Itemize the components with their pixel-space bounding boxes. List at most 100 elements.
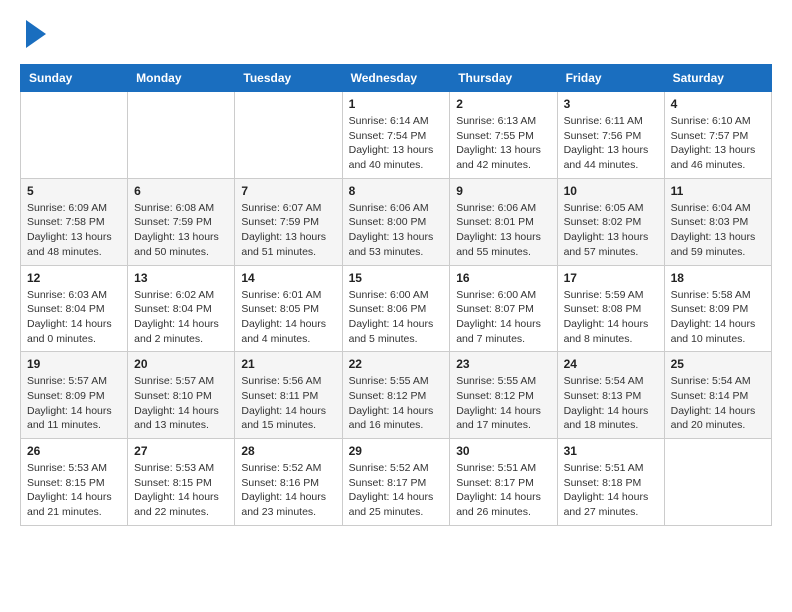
calendar-cell: 28 Sunrise: 5:52 AMSunset: 8:16 PMDayligh… — [235, 439, 342, 526]
calendar-cell: 18Sunrise: 5:58 AMSunset: 8:09 PMDayligh… — [664, 265, 771, 352]
day-info: Sunrise: 6:08 AMSunset: 7:59 PMDaylight:… — [134, 201, 228, 260]
day-info: Sunrise: 5:57 AMSunset: 8:09 PMDaylight:… — [27, 374, 121, 433]
day-info: Sunrise: 5:52 AMSunset: 8:17 PMDaylight:… — [349, 461, 444, 520]
calendar-week-row: 19 Sunrise: 5:57 AMSunset: 8:09 PMDayligh… — [21, 352, 772, 439]
day-info: Sunrise: 6:13 AMSunset: 7:55 PMDaylight:… — [456, 114, 550, 173]
day-info: Sunrise: 6:00 AMSunset: 8:07 PMDaylight:… — [456, 288, 550, 347]
calendar-cell: 9 Sunrise: 6:06 AMSunset: 8:01 PMDaylight… — [450, 178, 557, 265]
day-number: 15 — [349, 271, 444, 285]
calendar-cell: 25 Sunrise: 5:54 AMSunset: 8:14 PMDayligh… — [664, 352, 771, 439]
day-info: Sunrise: 6:03 AMSunset: 8:04 PMDaylight:… — [27, 288, 121, 347]
calendar-day-header: Thursday — [450, 65, 557, 92]
calendar-cell: 23 Sunrise: 5:55 AMSunset: 8:12 PMDayligh… — [450, 352, 557, 439]
day-number: 16 — [456, 271, 550, 285]
day-number: 30 — [456, 444, 550, 458]
day-info: Sunrise: 5:57 AMSunset: 8:10 PMDaylight:… — [134, 374, 228, 433]
calendar-week-row: 5 Sunrise: 6:09 AMSunset: 7:58 PMDaylight… — [21, 178, 772, 265]
day-number: 5 — [27, 184, 121, 198]
calendar-cell: 3Sunrise: 6:11 AMSunset: 7:56 PMDaylight… — [557, 92, 664, 179]
day-number: 4 — [671, 97, 765, 111]
page-header — [20, 20, 772, 48]
day-number: 12 — [27, 271, 121, 285]
day-number: 20 — [134, 357, 228, 371]
calendar-day-header: Tuesday — [235, 65, 342, 92]
calendar-cell: 30 Sunrise: 5:51 AMSunset: 8:17 PMDayligh… — [450, 439, 557, 526]
logo — [20, 20, 46, 48]
day-number: 26 — [27, 444, 121, 458]
day-number: 8 — [349, 184, 444, 198]
day-number: 11 — [671, 184, 765, 198]
day-info: Sunrise: 6:14 AMSunset: 7:54 PMDaylight:… — [349, 114, 444, 173]
calendar-cell: 5 Sunrise: 6:09 AMSunset: 7:58 PMDaylight… — [21, 178, 128, 265]
day-number: 9 — [456, 184, 550, 198]
calendar-cell: 7Sunrise: 6:07 AMSunset: 7:59 PMDaylight… — [235, 178, 342, 265]
day-number: 13 — [134, 271, 228, 285]
calendar-cell: 6 Sunrise: 6:08 AMSunset: 7:59 PMDaylight… — [128, 178, 235, 265]
day-info: Sunrise: 5:52 AMSunset: 8:16 PMDaylight:… — [241, 461, 335, 520]
day-info: Sunrise: 5:56 AMSunset: 8:11 PMDaylight:… — [241, 374, 335, 433]
calendar-cell — [235, 92, 342, 179]
calendar-cell: 22 Sunrise: 5:55 AMSunset: 8:12 PMDayligh… — [342, 352, 450, 439]
calendar-cell: 4Sunrise: 6:10 AMSunset: 7:57 PMDaylight… — [664, 92, 771, 179]
day-number: 14 — [241, 271, 335, 285]
calendar-cell: 15 Sunrise: 6:00 AMSunset: 8:06 PMDayligh… — [342, 265, 450, 352]
day-info: Sunrise: 5:53 AMSunset: 8:15 PMDaylight:… — [134, 461, 228, 520]
day-number: 25 — [671, 357, 765, 371]
day-number: 10 — [564, 184, 658, 198]
day-number: 1 — [349, 97, 444, 111]
calendar-cell: 29 Sunrise: 5:52 AMSunset: 8:17 PMDayligh… — [342, 439, 450, 526]
day-info: Sunrise: 5:53 AMSunset: 8:15 PMDaylight:… — [27, 461, 121, 520]
calendar-cell — [128, 92, 235, 179]
day-info: Sunrise: 6:11 AMSunset: 7:56 PMDaylight:… — [564, 114, 658, 173]
day-info: Sunrise: 5:55 AMSunset: 8:12 PMDaylight:… — [456, 374, 550, 433]
calendar-cell: 10 Sunrise: 6:05 AMSunset: 8:02 PMDayligh… — [557, 178, 664, 265]
day-number: 21 — [241, 357, 335, 371]
calendar-cell: 31Sunrise: 5:51 AMSunset: 8:18 PMDayligh… — [557, 439, 664, 526]
calendar-week-row: 26 Sunrise: 5:53 AMSunset: 8:15 PMDayligh… — [21, 439, 772, 526]
day-info: Sunrise: 6:06 AMSunset: 8:00 PMDaylight:… — [349, 201, 444, 260]
day-info: Sunrise: 6:02 AMSunset: 8:04 PMDaylight:… — [134, 288, 228, 347]
day-info: Sunrise: 5:55 AMSunset: 8:12 PMDaylight:… — [349, 374, 444, 433]
day-number: 31 — [564, 444, 658, 458]
day-number: 23 — [456, 357, 550, 371]
calendar-cell: 20 Sunrise: 5:57 AMSunset: 8:10 PMDayligh… — [128, 352, 235, 439]
day-number: 24 — [564, 357, 658, 371]
calendar-day-header: Sunday — [21, 65, 128, 92]
calendar-body: 1 Sunrise: 6:14 AMSunset: 7:54 PMDaylight… — [21, 92, 772, 526]
calendar-cell: 12 Sunrise: 6:03 AMSunset: 8:04 PMDayligh… — [21, 265, 128, 352]
day-number: 19 — [27, 357, 121, 371]
calendar-cell: 14 Sunrise: 6:01 AMSunset: 8:05 PMDayligh… — [235, 265, 342, 352]
day-number: 2 — [456, 97, 550, 111]
day-info: Sunrise: 6:09 AMSunset: 7:58 PMDaylight:… — [27, 201, 121, 260]
day-number: 28 — [241, 444, 335, 458]
calendar-table: SundayMondayTuesdayWednesdayThursdayFrid… — [20, 64, 772, 526]
calendar-cell: 8 Sunrise: 6:06 AMSunset: 8:00 PMDaylight… — [342, 178, 450, 265]
day-number: 6 — [134, 184, 228, 198]
calendar-week-row: 12 Sunrise: 6:03 AMSunset: 8:04 PMDayligh… — [21, 265, 772, 352]
day-info: Sunrise: 6:00 AMSunset: 8:06 PMDaylight:… — [349, 288, 444, 347]
calendar-cell: 27 Sunrise: 5:53 AMSunset: 8:15 PMDayligh… — [128, 439, 235, 526]
day-number: 17 — [564, 271, 658, 285]
calendar-day-header: Wednesday — [342, 65, 450, 92]
day-number: 27 — [134, 444, 228, 458]
day-info: Sunrise: 5:51 AMSunset: 8:17 PMDaylight:… — [456, 461, 550, 520]
day-info: Sunrise: 6:07 AMSunset: 7:59 PMDaylight:… — [241, 201, 335, 260]
calendar-cell: 11 Sunrise: 6:04 AMSunset: 8:03 PMDayligh… — [664, 178, 771, 265]
day-info: Sunrise: 6:05 AMSunset: 8:02 PMDaylight:… — [564, 201, 658, 260]
calendar-cell — [21, 92, 128, 179]
calendar-cell: 1 Sunrise: 6:14 AMSunset: 7:54 PMDaylight… — [342, 92, 450, 179]
day-number: 22 — [349, 357, 444, 371]
day-info: Sunrise: 5:54 AMSunset: 8:14 PMDaylight:… — [671, 374, 765, 433]
day-number: 29 — [349, 444, 444, 458]
day-number: 18 — [671, 271, 765, 285]
calendar-day-header: Monday — [128, 65, 235, 92]
calendar-day-header: Friday — [557, 65, 664, 92]
calendar-header-row: SundayMondayTuesdayWednesdayThursdayFrid… — [21, 65, 772, 92]
day-info: Sunrise: 5:59 AMSunset: 8:08 PMDaylight:… — [564, 288, 658, 347]
logo-arrow-icon — [26, 20, 46, 48]
day-info: Sunrise: 6:01 AMSunset: 8:05 PMDaylight:… — [241, 288, 335, 347]
day-info: Sunrise: 6:06 AMSunset: 8:01 PMDaylight:… — [456, 201, 550, 260]
calendar-week-row: 1 Sunrise: 6:14 AMSunset: 7:54 PMDaylight… — [21, 92, 772, 179]
calendar-cell: 26 Sunrise: 5:53 AMSunset: 8:15 PMDayligh… — [21, 439, 128, 526]
day-info: Sunrise: 6:04 AMSunset: 8:03 PMDaylight:… — [671, 201, 765, 260]
